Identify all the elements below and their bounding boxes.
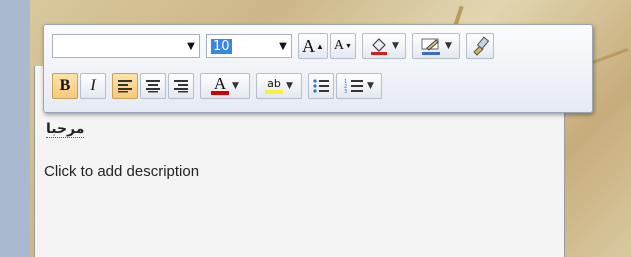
title-text[interactable]: مرحبا [46,121,85,138]
list-buttons: 1 2 3 ▼ [308,73,382,99]
mini-toolbar: ▼ 10 ▼ A ▲ A ▼ ▼ ▼ B I A ▼ ab ▼ 1 2 3 ▼ [43,24,593,113]
align-left-button[interactable] [112,73,138,99]
align-right-icon [174,80,188,93]
alignment-buttons [112,73,194,99]
align-left-icon [118,80,132,93]
bullet-list-icon [313,79,329,93]
font-color-swatch [211,91,230,95]
font-color-icon: A [211,74,230,95]
svg-text:3: 3 [344,89,347,94]
highlight-swatch [265,90,284,94]
font-size-buttons: A ▲ A ▼ [298,33,356,59]
font-size-combo[interactable]: 10 ▼ [206,34,292,58]
italic-button[interactable]: I [80,73,106,99]
pencil-outline-icon [421,38,441,55]
font-color-label: A [213,74,227,93]
shrink-font-label: A [333,38,345,53]
style-buttons: B I [52,73,106,99]
shape-outline-button[interactable]: ▼ [411,33,460,59]
chevron-down-icon[interactable]: ▼ [183,41,199,52]
numbering-button[interactable]: 1 2 3 ▼ [336,73,382,99]
shape-fill-button[interactable]: ▼ [361,33,406,59]
font-name-combo[interactable]: ▼ [52,34,200,58]
bold-button[interactable]: B [52,73,78,99]
chevron-down-icon: ▼ [232,81,239,91]
bullets-button[interactable] [308,73,334,99]
chevron-down-icon: ▼ [367,81,374,91]
toolbar-row-2: B I A ▼ ab ▼ 1 2 3 ▼ [52,71,382,101]
superscript-up-icon: ▲ [316,41,324,51]
superscript-down-icon: ▼ [345,42,352,50]
format-painter-button[interactable] [465,33,494,59]
paint-bucket-icon [371,38,388,55]
align-center-icon [146,80,160,93]
font-color-button[interactable]: A ▼ [200,73,250,99]
chevron-down-icon: ▼ [445,41,452,51]
font-size-value: 10 [211,38,232,54]
highlighter-icon: ab [265,77,284,94]
italic-label: I [90,77,96,94]
chevron-down-icon: ▼ [286,81,293,91]
toolbar-row-1: ▼ 10 ▼ A ▲ A ▼ ▼ ▼ [52,31,494,61]
grow-font-label: A [302,35,315,56]
grow-font-button[interactable]: A ▲ [298,33,328,59]
description-placeholder[interactable]: Click to add description [44,163,199,180]
brush-icon [473,36,490,56]
chevron-down-icon: ▼ [392,41,399,51]
highlight-label: ab [267,77,281,90]
numbered-list-icon: 1 2 3 [344,79,364,94]
align-right-button[interactable] [168,73,194,99]
shrink-font-button[interactable]: A ▼ [329,33,356,59]
chevron-down-icon[interactable]: ▼ [275,41,291,52]
bold-label: B [59,77,71,94]
align-center-button[interactable] [140,73,166,99]
highlight-button[interactable]: ab ▼ [256,73,302,99]
